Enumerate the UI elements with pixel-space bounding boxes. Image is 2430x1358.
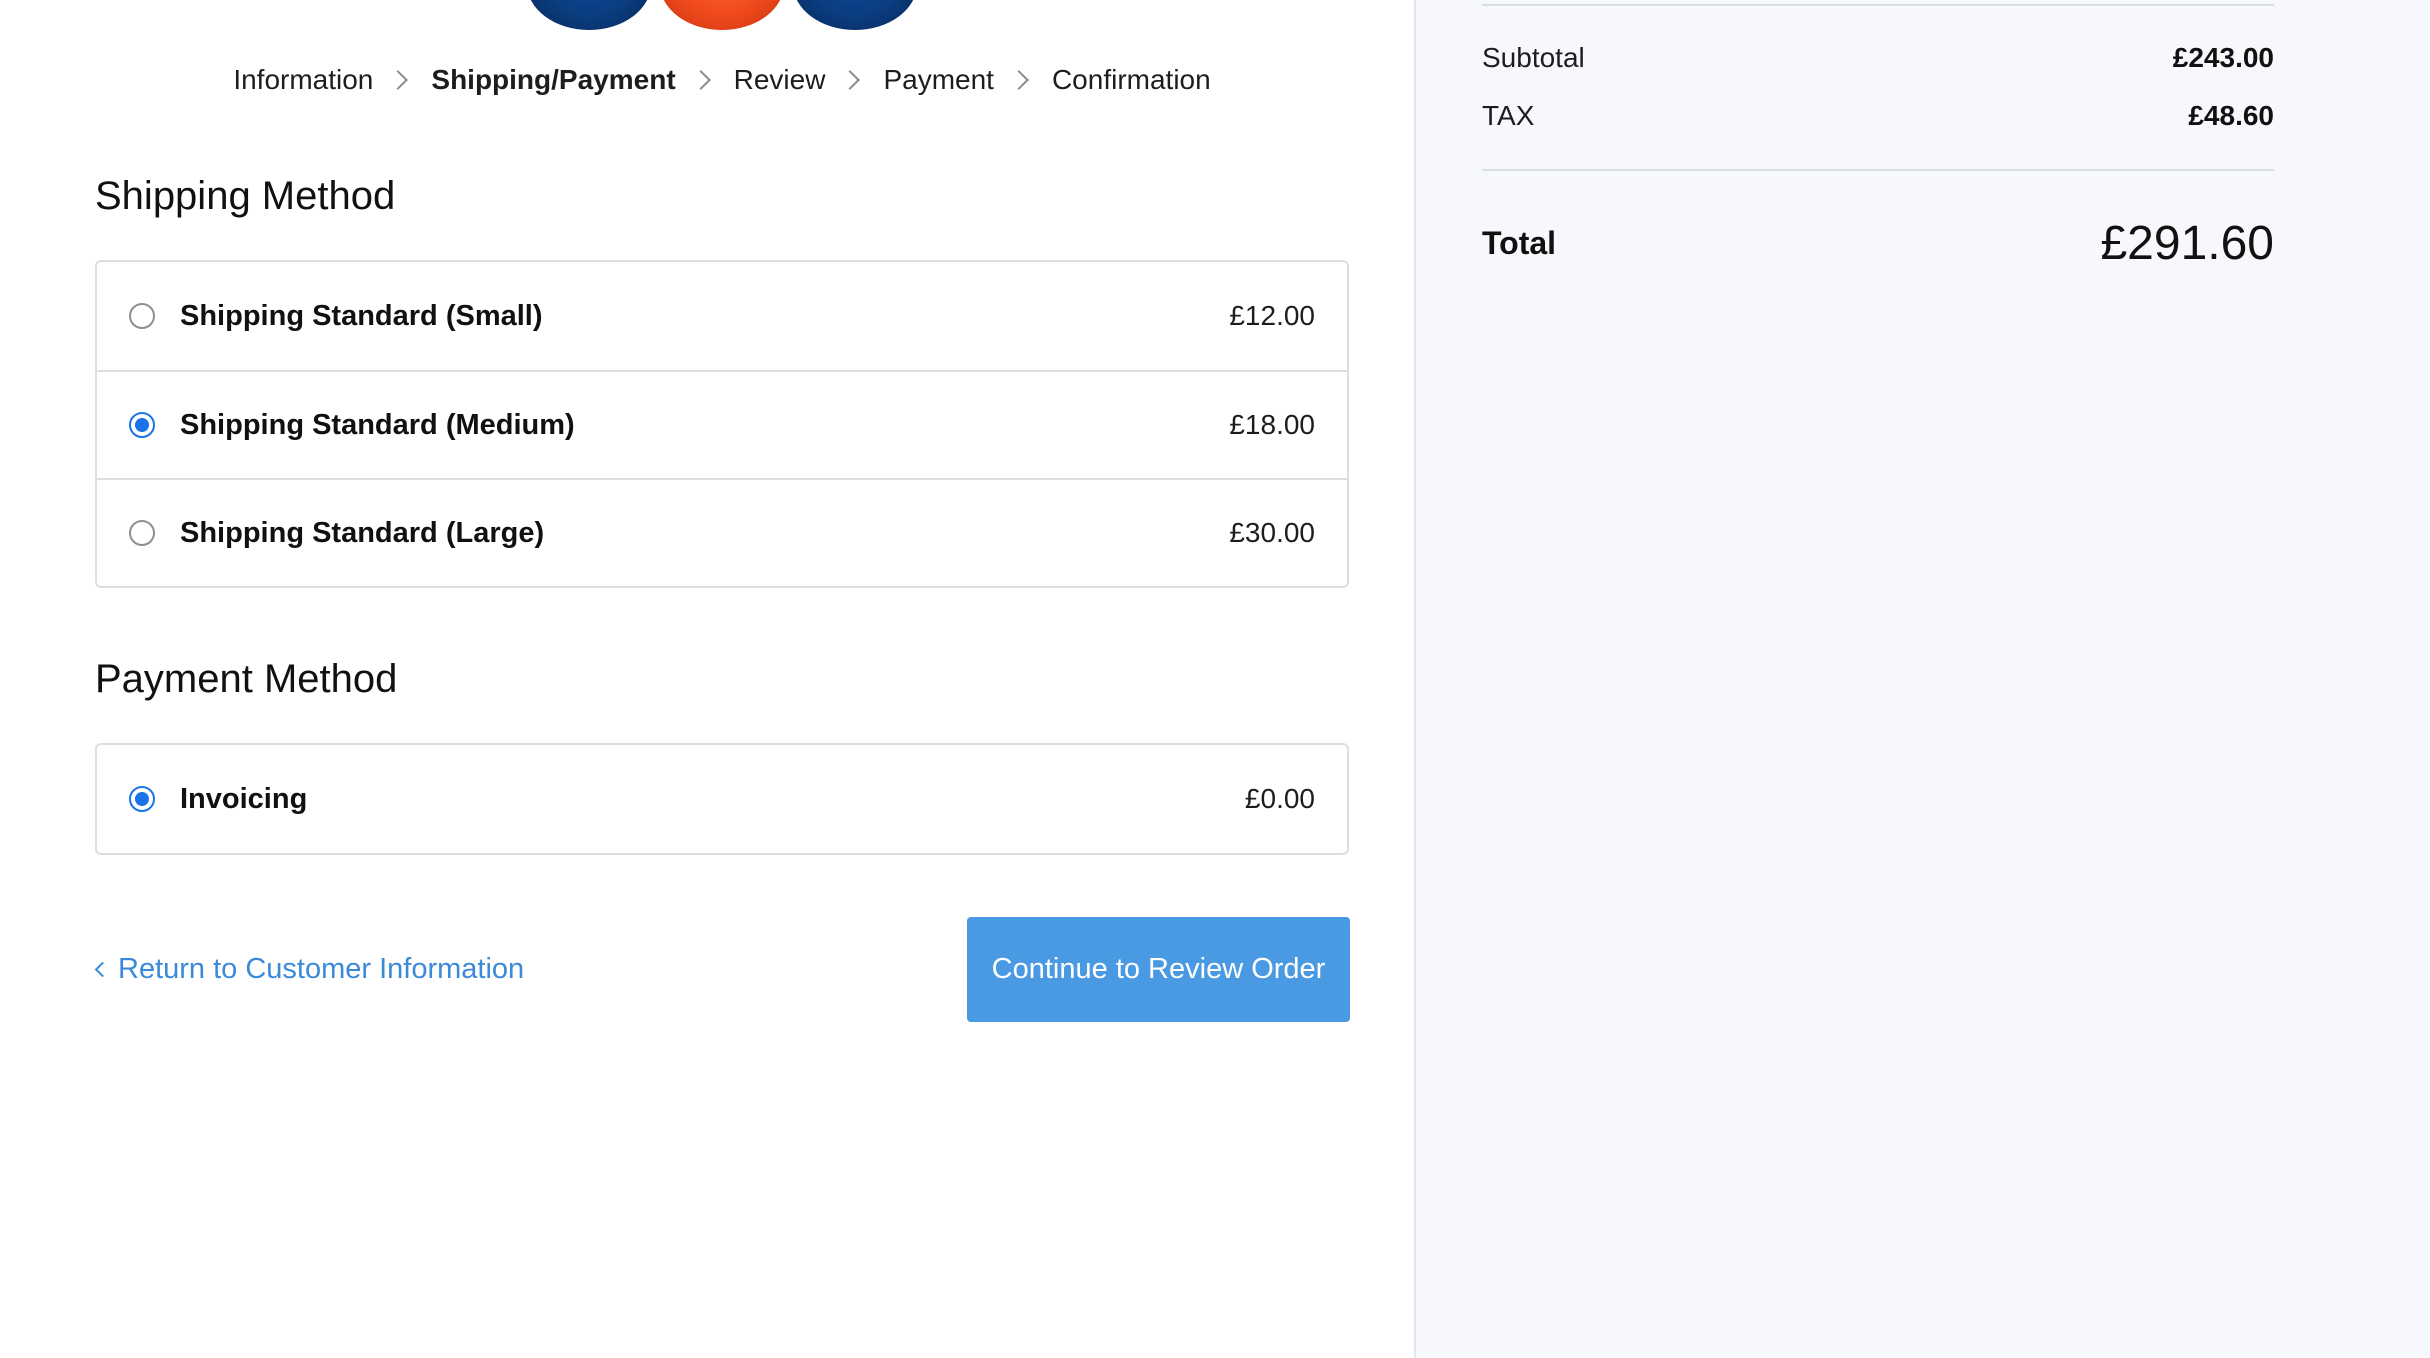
- payment-options: Invoicing £0.00: [95, 743, 1349, 855]
- shipping-small-radio[interactable]: [129, 303, 155, 329]
- tax-row: TAX £48.60: [1482, 100, 2274, 132]
- chevron-right-icon: [388, 70, 409, 90]
- shipping-options: Shipping Standard (Small) £12.00 Shippin…: [95, 260, 1349, 588]
- total-row: Total £291.60: [1482, 216, 2274, 271]
- return-link-label: Return to Customer Information: [118, 953, 525, 985]
- store-logo[interactable]: [527, 0, 917, 30]
- shipping-method-title: Shipping Method: [95, 174, 396, 218]
- payment-option-price: £0.00: [1244, 783, 1315, 814]
- shipping-option-price: £12.00: [1229, 300, 1315, 331]
- tax-value: £48.60: [2188, 100, 2274, 131]
- chevron-right-icon: [1009, 70, 1029, 90]
- shipping-large-radio[interactable]: [129, 520, 155, 546]
- shipping-option-price: £30.00: [1229, 517, 1315, 548]
- breadcrumb-payment: Payment: [883, 64, 994, 95]
- order-summary: Subtotal £243.00 TAX £48.60 Total £291.6…: [1414, 0, 2430, 1358]
- continue-to-review-button[interactable]: Continue to Review Order: [967, 917, 1350, 1022]
- checkout-main: Information Shipping/Payment Review Paym…: [0, 0, 1414, 1358]
- shipping-option-large[interactable]: Shipping Standard (Large) £30.00: [97, 478, 1347, 586]
- summary-divider: [1482, 169, 2274, 171]
- shipping-option-price: £18.00: [1229, 409, 1315, 440]
- payment-invoicing-radio[interactable]: [129, 786, 155, 812]
- shipping-option-label: Shipping Standard (Small): [180, 299, 543, 332]
- payment-option-invoicing[interactable]: Invoicing £0.00: [97, 745, 1347, 853]
- shipping-option-label: Shipping Standard (Medium): [180, 408, 575, 441]
- chevron-right-icon: [690, 70, 711, 90]
- summary-divider-top: [1482, 4, 2274, 6]
- logo-disc-orange: [660, 0, 784, 30]
- tax-label: TAX: [1482, 100, 1535, 131]
- subtotal-value: £243.00: [2172, 42, 2274, 73]
- breadcrumb-confirmation: Confirmation: [1051, 64, 1211, 95]
- breadcrumb: Information Shipping/Payment Review Paym…: [0, 64, 1444, 96]
- payment-method-title: Payment Method: [95, 657, 398, 701]
- logo-disc-blue-right: [793, 0, 917, 30]
- total-value: £291.60: [2100, 217, 2274, 270]
- total-label: Total: [1482, 225, 1557, 261]
- logo-disc-blue-left: [527, 0, 651, 30]
- subtotal-row: Subtotal £243.00: [1482, 42, 2274, 74]
- breadcrumb-review: Review: [733, 64, 826, 95]
- shipping-medium-radio[interactable]: [129, 412, 155, 438]
- breadcrumb-shipping-payment: Shipping/Payment: [431, 64, 676, 95]
- checkout-page: Information Shipping/Payment Review Paym…: [0, 0, 2430, 1358]
- chevron-right-icon: [840, 70, 861, 90]
- shipping-option-label: Shipping Standard (Large): [180, 516, 545, 549]
- chevron-left-icon: [94, 961, 111, 978]
- payment-option-label: Invoicing: [180, 782, 308, 815]
- shipping-option-medium[interactable]: Shipping Standard (Medium) £18.00: [97, 370, 1347, 478]
- return-to-customer-information-link[interactable]: Return to Customer Information: [93, 953, 524, 986]
- shipping-option-small[interactable]: Shipping Standard (Small) £12.00: [97, 262, 1347, 370]
- subtotal-label: Subtotal: [1482, 42, 1585, 73]
- breadcrumb-information[interactable]: Information: [229, 64, 377, 96]
